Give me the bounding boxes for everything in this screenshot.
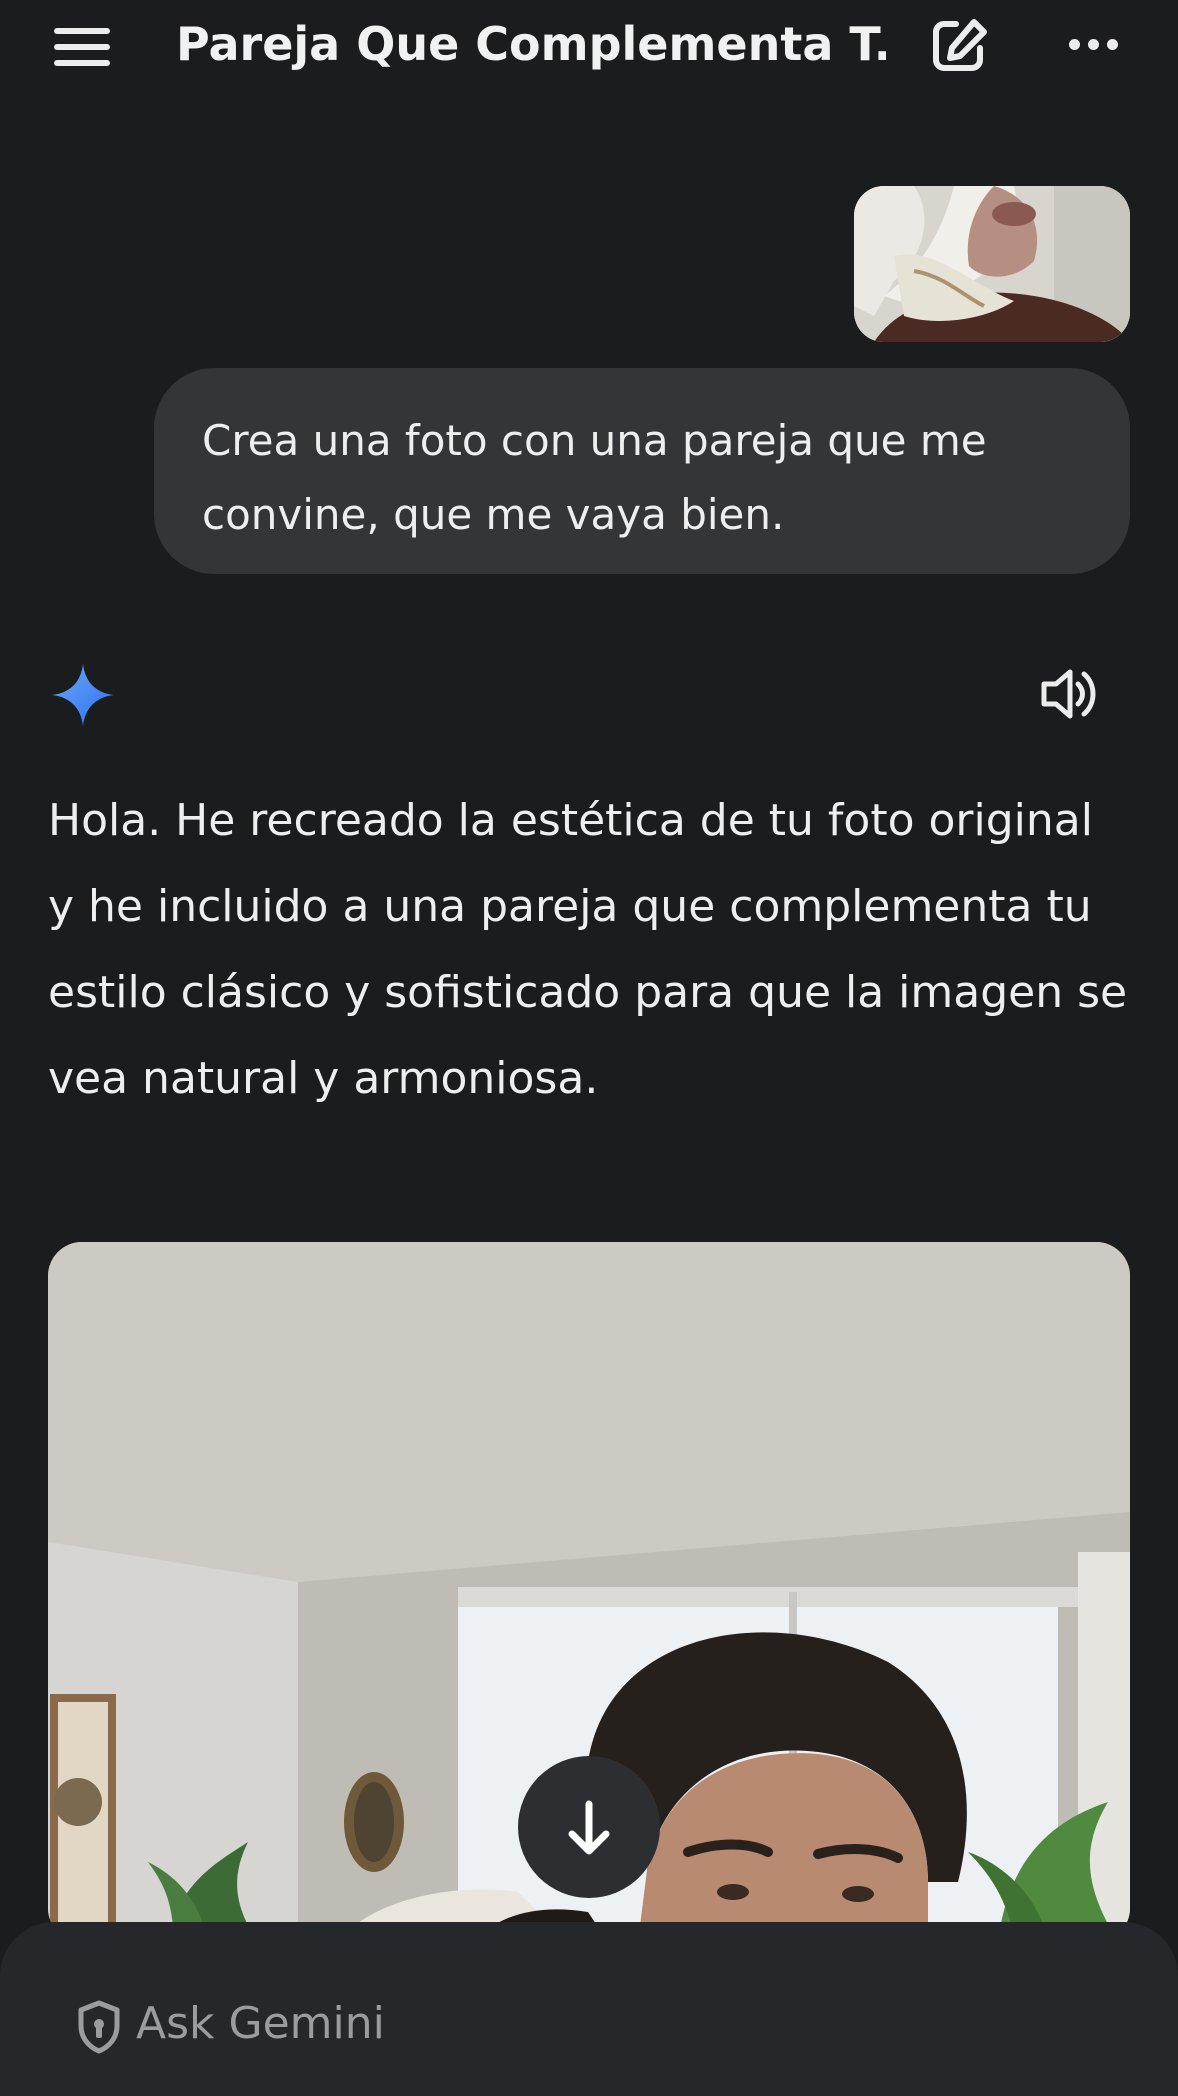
top-app-bar: Pareja Que Complementa T... — [0, 0, 1178, 90]
chat-screen: Pareja Que Complementa T... Crea una fot… — [0, 0, 1178, 2096]
composer: Ask Gemini — [0, 1922, 1178, 2096]
edit-chat-icon[interactable] — [930, 16, 990, 74]
gemini-sparkle-icon — [50, 662, 116, 728]
assistant-reply-text: Hola. He recreado la estética de tu foto… — [48, 795, 1128, 1104]
ask-gemini-input[interactable]: Ask Gemini — [136, 1994, 385, 2054]
speaker-icon[interactable] — [1038, 664, 1102, 724]
scroll-down-button[interactable] — [518, 1756, 660, 1898]
user-message-text: Crea una foto con una pareja que me conv… — [202, 416, 987, 539]
user-uploaded-photo[interactable] — [854, 186, 1130, 342]
hamburger-menu-icon[interactable] — [52, 26, 112, 66]
arrow-down-icon — [568, 1800, 610, 1855]
chat-title[interactable]: Pareja Que Complementa T... — [176, 14, 886, 74]
more-options-icon[interactable] — [1066, 22, 1122, 66]
user-message-bubble: Crea una foto con una pareja que me conv… — [154, 368, 1130, 574]
shield-icon — [76, 2000, 122, 2054]
